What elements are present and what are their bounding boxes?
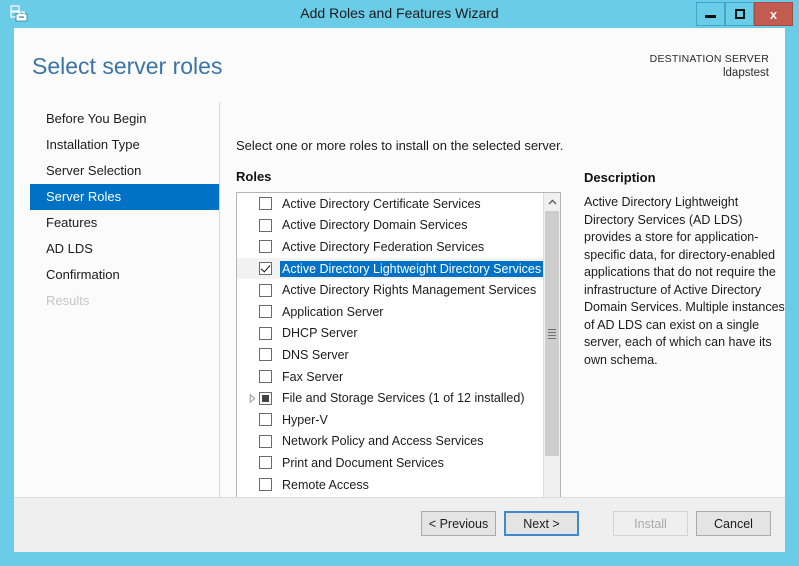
expander-placeholder: [245, 283, 259, 297]
expander-placeholder: [245, 218, 259, 232]
maximize-icon: [734, 9, 745, 19]
role-label: Network Policy and Access Services: [282, 434, 484, 449]
next-button[interactable]: Next >: [504, 511, 579, 536]
sidebar-item-results: Results: [46, 293, 90, 308]
cancel-button[interactable]: Cancel: [696, 511, 771, 536]
page-title: Select server roles: [32, 53, 223, 79]
sidebar-item-installation-type[interactable]: Installation Type: [30, 132, 219, 158]
role-checkbox-unchecked[interactable]: [259, 305, 272, 319]
role-row[interactable]: DNS Server: [237, 344, 543, 366]
expander-placeholder: [245, 262, 259, 276]
maximize-button[interactable]: [725, 2, 754, 26]
role-row[interactable]: DHCP Server: [237, 323, 543, 345]
scrollbar-grip-icon: [548, 328, 556, 339]
role-label: File and Storage Services (1 of 12 insta…: [282, 391, 525, 406]
scrollbar-thumb[interactable]: [545, 211, 559, 456]
sidebar-item-server-selection[interactable]: Server Selection: [30, 158, 219, 184]
previous-button[interactable]: < Previous: [421, 511, 496, 536]
role-checkbox-unchecked[interactable]: [259, 370, 272, 384]
sidebar-item-features[interactable]: Features: [30, 210, 219, 236]
role-label: Active Directory Lightweight Directory S…: [280, 260, 543, 277]
role-row[interactable]: Active Directory Certificate Services: [237, 193, 543, 215]
sidebar-item-server-roles[interactable]: Server Roles: [30, 184, 219, 210]
role-checkbox-unchecked[interactable]: [259, 456, 272, 470]
role-row[interactable]: Print and Document Services: [237, 452, 543, 474]
role-row[interactable]: Remote Access: [237, 474, 543, 496]
expander-placeholder: [245, 348, 259, 362]
chevron-up-icon: [548, 198, 556, 204]
role-row[interactable]: Application Server: [237, 301, 543, 323]
expander-placeholder: [245, 434, 259, 448]
role-label: Active Directory Domain Services: [282, 218, 468, 233]
title-bar: Add Roles and Features Wizard x: [0, 0, 799, 28]
minimize-icon: [705, 15, 716, 18]
role-row[interactable]: File and Storage Services (1 of 12 insta…: [237, 387, 543, 409]
role-row[interactable]: Active Directory Lightweight Directory S…: [237, 257, 543, 280]
role-checkbox-unchecked[interactable]: [259, 348, 272, 362]
expander-placeholder: [245, 370, 259, 384]
sidebar-item-before-you-begin[interactable]: Before You Begin: [30, 106, 219, 132]
role-row[interactable]: Active Directory Rights Management Servi…: [237, 279, 543, 301]
roles-list: Active Directory Certificate Services Act…: [237, 193, 543, 521]
install-button: Install: [613, 511, 688, 536]
role-label: Active Directory Certificate Services: [282, 196, 481, 211]
role-checkbox-unchecked[interactable]: [259, 218, 272, 232]
expand-triangle-icon[interactable]: [245, 391, 259, 405]
role-checkbox-unchecked[interactable]: [259, 240, 272, 254]
role-label: Application Server: [282, 304, 384, 319]
role-label: DHCP Server: [282, 326, 358, 341]
expander-placeholder: [245, 413, 259, 427]
nav-divider: [219, 102, 220, 520]
roles-section-label: Roles: [236, 169, 272, 184]
expander-placeholder: [245, 197, 259, 211]
roles-scrollbar[interactable]: [543, 193, 560, 521]
role-row[interactable]: Network Policy and Access Services: [237, 431, 543, 453]
role-checkbox-checked[interactable]: [259, 262, 272, 276]
destination-server-value: ldapstest: [722, 67, 769, 79]
role-label: DNS Server: [282, 347, 349, 362]
minimize-button[interactable]: [696, 2, 725, 26]
wizard-window: Add Roles and Features Wizard x Select s…: [0, 0, 799, 566]
role-label: Active Directory Federation Services: [282, 239, 485, 254]
footer-buttons: < Previous Next > Install Cancel: [413, 511, 771, 536]
roles-listbox[interactable]: Active Directory Certificate Services Act…: [236, 192, 561, 522]
destination-server-label: DESTINATION SERVER: [649, 53, 769, 65]
wizard-body: Select server roles DESTINATION SERVER l…: [14, 28, 785, 552]
role-checkbox-unchecked[interactable]: [259, 283, 272, 297]
expander-placeholder: [245, 456, 259, 470]
footer-bar: < Previous Next > Install Cancel: [14, 497, 785, 552]
role-row[interactable]: Active Directory Federation Services: [237, 236, 543, 258]
destination-server-block: DESTINATION SERVER ldapstest: [650, 52, 769, 80]
role-checkbox-unchecked[interactable]: [259, 413, 272, 427]
role-label: Active Directory Rights Management Servi…: [282, 283, 537, 298]
role-row[interactable]: Fax Server: [237, 366, 543, 388]
scroll-up-button[interactable]: [544, 193, 560, 210]
expander-placeholder: [245, 305, 259, 319]
instruction-text: Select one or more roles to install on t…: [236, 138, 564, 153]
role-checkbox-unchecked[interactable]: [259, 197, 272, 211]
sidebar-item-ad-lds[interactable]: AD LDS: [30, 236, 219, 262]
role-label: Hyper-V: [282, 412, 328, 427]
expander-placeholder: [245, 326, 259, 340]
expander-placeholder: [245, 478, 259, 492]
expander-placeholder: [245, 240, 259, 254]
wizard-steps-nav: Before You Begin Installation Type Serve…: [30, 106, 219, 314]
role-checkbox-unchecked[interactable]: [259, 434, 272, 448]
role-checkbox-partial[interactable]: [259, 391, 272, 405]
close-button[interactable]: x: [754, 2, 793, 26]
role-row[interactable]: Hyper-V: [237, 409, 543, 431]
role-checkbox-unchecked[interactable]: [259, 478, 272, 492]
role-row[interactable]: Active Directory Domain Services: [237, 215, 543, 237]
role-checkbox-unchecked[interactable]: [259, 326, 272, 340]
sidebar-item-confirmation[interactable]: Confirmation: [30, 262, 219, 288]
role-label: Fax Server: [282, 369, 344, 384]
window-title: Add Roles and Features Wizard: [300, 5, 499, 21]
role-label: Print and Document Services: [282, 455, 444, 470]
description-title: Description: [584, 170, 656, 185]
description-body: Active Directory Lightweight Directory S…: [584, 195, 785, 367]
role-label: Remote Access: [282, 477, 369, 492]
window-controls: x: [696, 2, 793, 26]
